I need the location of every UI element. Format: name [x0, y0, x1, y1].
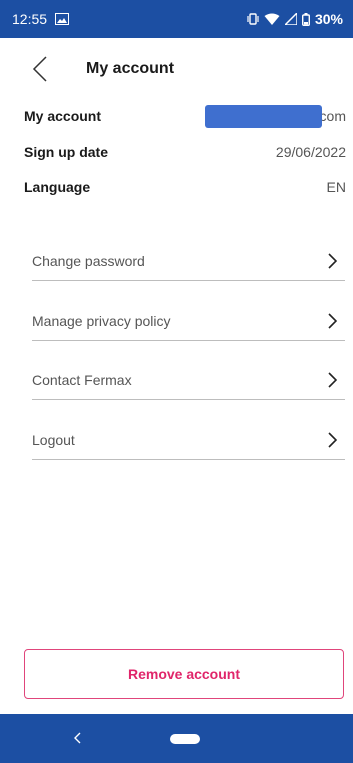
remove-account-button[interactable]: Remove account: [24, 649, 344, 699]
menu-item-change-password[interactable]: Change password: [32, 241, 345, 281]
account-email-value: com: [319, 108, 346, 124]
nav-back-icon[interactable]: [68, 728, 88, 748]
signup-date-value: 29/06/2022: [275, 144, 346, 160]
vibrate-icon: [247, 13, 259, 25]
redaction-block: [205, 105, 322, 128]
info-label: Sign up date: [24, 144, 108, 160]
wifi-icon: [264, 13, 280, 26]
info-label: Language: [24, 179, 91, 195]
image-icon: [55, 13, 70, 25]
back-arrow-icon: [32, 56, 47, 82]
battery-percent: 30%: [314, 11, 343, 27]
home-pill-icon[interactable]: [170, 734, 200, 744]
status-bar: 12:55 30%: [0, 0, 353, 38]
info-row-account: My account com: [24, 102, 346, 130]
info-label: My account: [24, 108, 102, 124]
language-value: EN: [326, 179, 346, 195]
menu-item-privacy-policy[interactable]: Manage privacy policy: [32, 301, 345, 341]
signal-icon: [284, 13, 297, 25]
menu-item-contact-fermax[interactable]: Contact Fermax: [32, 360, 345, 400]
menu-item-label: Change password: [32, 252, 145, 269]
chevron-right-icon: [328, 371, 337, 388]
app-header: My account: [0, 38, 353, 100]
info-row-signup-date: Sign up date 29/06/2022: [24, 138, 346, 166]
menu-item-label: Manage privacy policy: [32, 312, 171, 329]
menu-item-label: Contact Fermax: [32, 371, 132, 388]
status-right: 30%: [247, 11, 343, 27]
menu-item-label: Logout: [32, 431, 75, 448]
chevron-right-icon: [328, 252, 337, 269]
status-left: 12:55: [12, 11, 70, 27]
back-button[interactable]: [20, 49, 60, 89]
chevron-right-icon: [328, 312, 337, 329]
chevron-right-icon: [328, 431, 337, 448]
navigation-bar: [0, 714, 353, 763]
status-time: 12:55: [12, 11, 48, 27]
info-row-language: Language EN: [24, 173, 346, 201]
battery-icon: [301, 12, 310, 26]
menu-item-logout[interactable]: Logout: [32, 420, 345, 460]
page-title: My account: [86, 60, 175, 77]
